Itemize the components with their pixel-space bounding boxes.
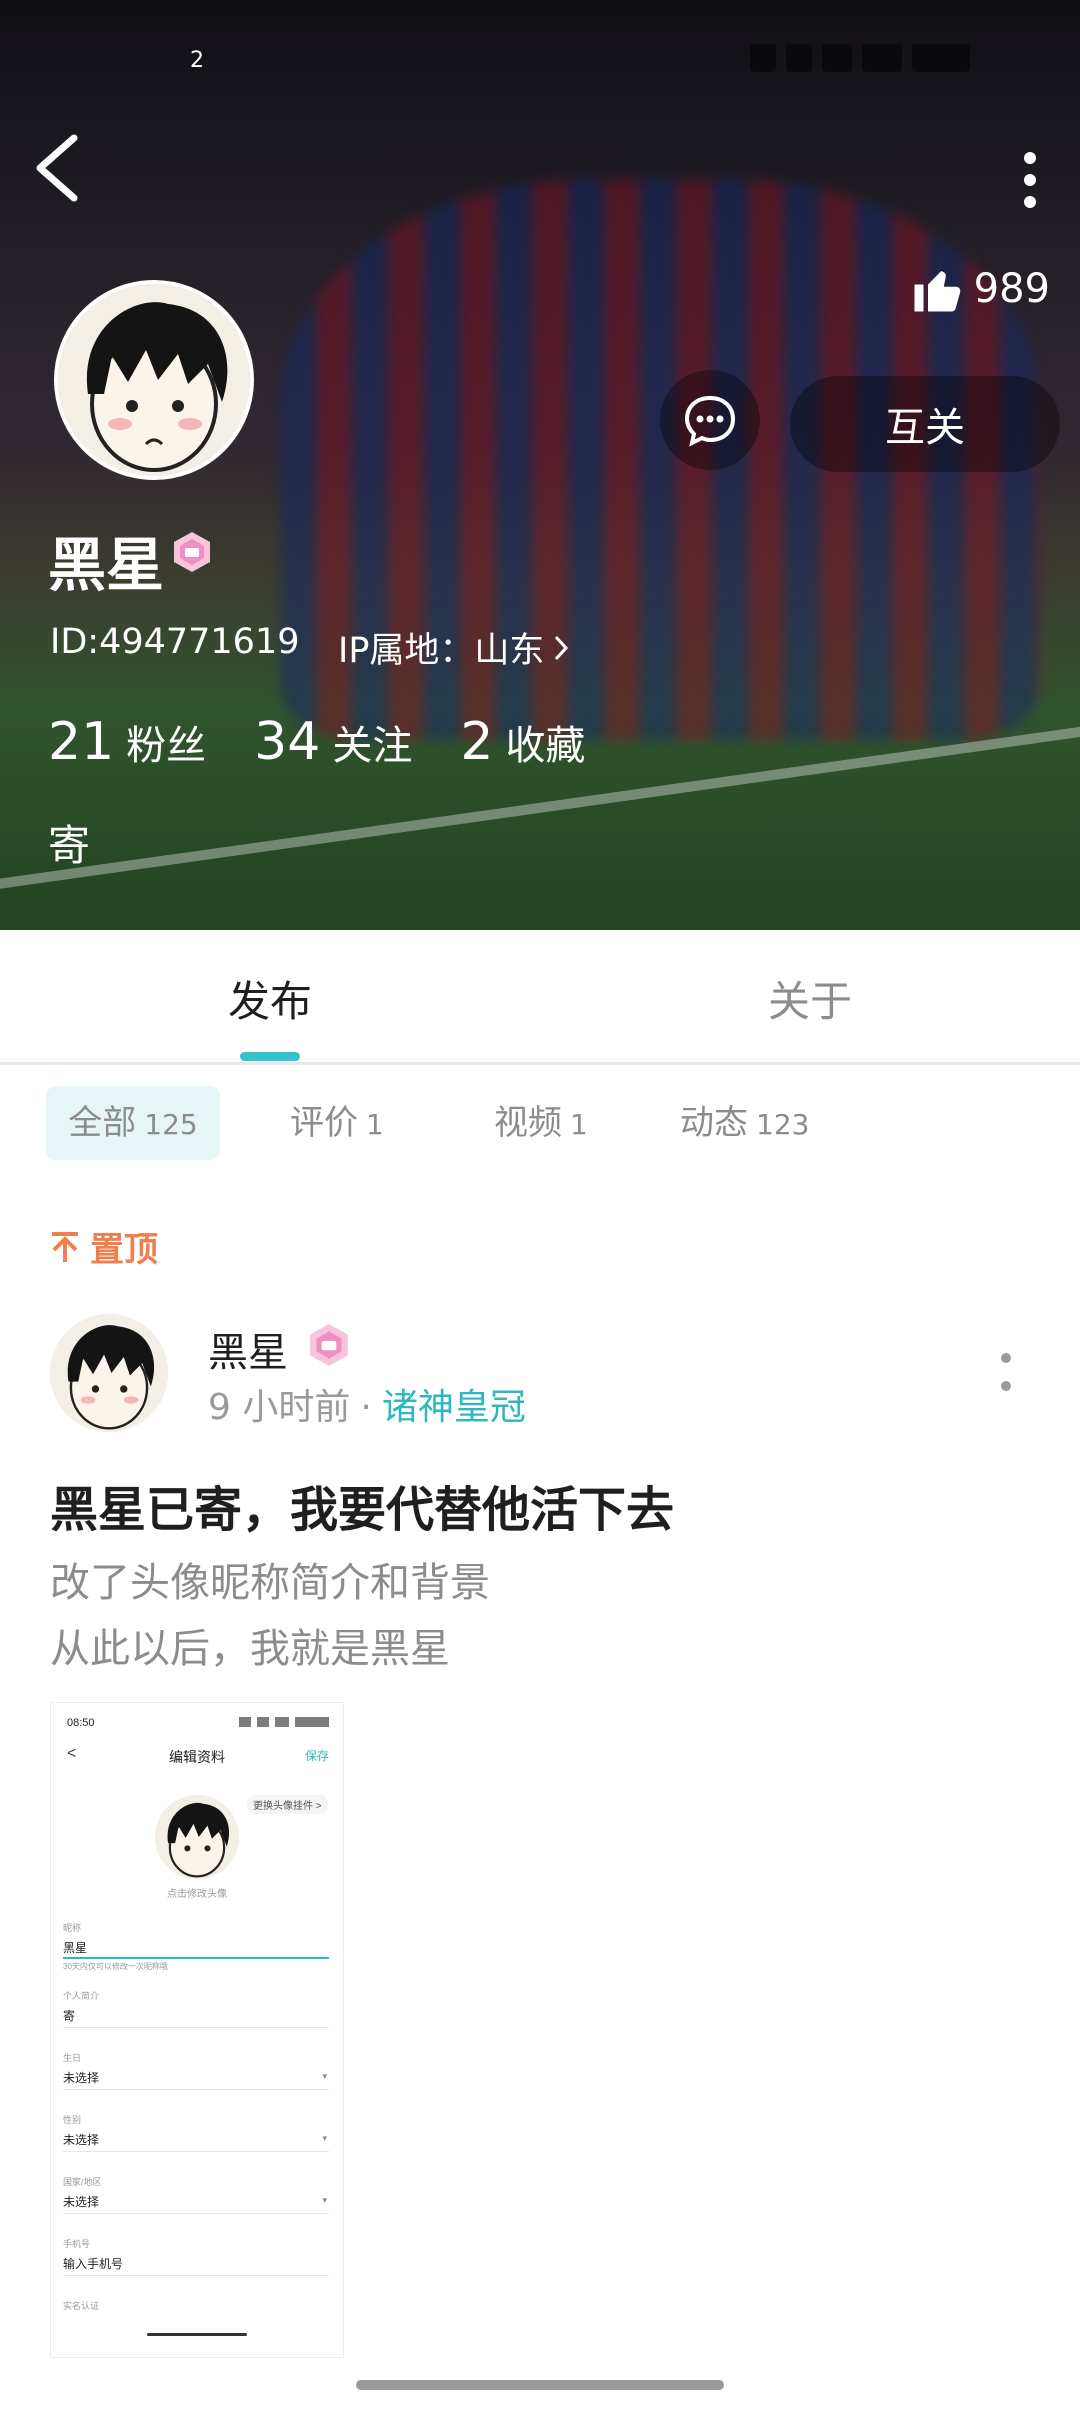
post-body-line: 从此以后，我就是黑星: [50, 1626, 450, 1672]
shot-intro-value: 寄: [63, 2009, 76, 2023]
shot-status-icons: [239, 1717, 329, 1727]
filter-video[interactable]: 视频 1: [494, 1086, 588, 1160]
filter-dynamic-count: 123: [756, 1108, 810, 1141]
post-more-button[interactable]: [998, 1352, 1014, 1392]
user-id: ID:494771619: [50, 622, 300, 662]
status-notification-count: 2: [190, 48, 204, 73]
shot-region-label: 国家/地区: [63, 2177, 102, 2187]
shot-title: 编辑资料: [169, 1749, 225, 1765]
filter-all-label: 全部: [68, 1103, 137, 1143]
avatar-image: [58, 284, 250, 476]
shot-caret-icon: ▾: [322, 2071, 327, 2081]
shot-avatar: [155, 1795, 239, 1879]
shot-nickname-label: 昵称: [63, 1923, 82, 1933]
shot-nickname-hint: 30天内仅可以修改一次昵称哦: [63, 1962, 168, 1971]
profile-bio: 寄: [48, 821, 91, 870]
more-dots-icon: [1024, 152, 1036, 208]
post-time: 9 小时前: [208, 1387, 351, 1428]
filter-video-count: 1: [570, 1108, 588, 1141]
shot-change-frame: 更换头像挂件 >: [247, 1795, 328, 1814]
filter-all-count: 125: [144, 1108, 198, 1141]
level-badge-icon: [170, 530, 214, 578]
content-tabs: 发布 关于: [0, 930, 1080, 1065]
tab-publish[interactable]: 发布: [228, 968, 312, 1029]
profile-stats: 21 粉丝 34 关注 2 收藏: [48, 712, 633, 772]
status-icons: [740, 44, 1040, 84]
following-count[interactable]: 34: [254, 712, 320, 772]
like-count: 989: [973, 266, 1050, 312]
favorites-count[interactable]: 2: [460, 712, 493, 772]
filter-chips: 全部 125 评价 1 视频 1 动态 123: [46, 1086, 1046, 1160]
shot-divider: [63, 2151, 329, 2152]
like-button[interactable]: 989: [910, 262, 1050, 316]
shot-save: 保存: [304, 1749, 329, 1763]
shot-caret-icon: ▾: [322, 2195, 327, 2205]
shot-tap-edit: 点击修改头像: [167, 1889, 227, 1900]
tab-active-indicator: [240, 1052, 300, 1061]
meta-separator: ·: [360, 1387, 372, 1428]
chat-bubble-icon: [684, 395, 736, 447]
back-button[interactable]: [26, 130, 86, 206]
avatar-image: [50, 1314, 168, 1432]
shot-region-value: 未选择: [63, 2195, 100, 2209]
mutual-follow-button[interactable]: 互关: [790, 376, 1060, 472]
shot-time: 08:50: [67, 1717, 95, 1729]
pinned-marker: 置顶: [50, 1222, 158, 1271]
filter-review[interactable]: 评价 1: [290, 1086, 384, 1160]
fans-label[interactable]: 粉丝: [126, 713, 206, 771]
pin-top-icon: [52, 1231, 78, 1262]
ip-location-link[interactable]: IP属地：山东: [338, 622, 570, 673]
shot-gender-value: 未选择: [63, 2133, 100, 2147]
filter-review-count: 1: [366, 1108, 384, 1141]
shot-phone-label: 手机号: [63, 2239, 91, 2249]
tab-about[interactable]: 关于: [768, 968, 852, 1029]
chevron-left-icon: [36, 134, 78, 202]
more-dots-icon: [1001, 1353, 1011, 1391]
ip-location-text: IP属地：山东: [338, 631, 545, 671]
following-label[interactable]: 关注: [332, 713, 412, 771]
profile-header: 2 989 互关 黑星 ID:494771619 IP属地：山东 21 粉丝 3…: [0, 0, 1080, 930]
home-indicator[interactable]: [356, 2380, 724, 2390]
pinned-label: 置顶: [90, 1230, 158, 1270]
post-image[interactable]: 08:50 < 编辑资料 保存 更换头像挂件 > 点击修改头像 昵称 黑星 30…: [50, 1702, 344, 2358]
post-meta: 9 小时前 · 诸神皇冠: [208, 1378, 526, 1430]
favorites-label[interactable]: 收藏: [505, 713, 585, 771]
shot-divider: [63, 1957, 329, 1959]
post-author-name[interactable]: 黑星: [208, 1320, 288, 1378]
post-game-tag[interactable]: 诸神皇冠: [382, 1387, 526, 1428]
level-badge-icon: [306, 1322, 352, 1372]
shot-birthday-label: 生日: [63, 2053, 82, 2063]
filter-video-label: 视频: [494, 1103, 562, 1143]
shot-birthday-value: 未选择: [63, 2071, 100, 2085]
shot-nickname-value: 黑星: [63, 1941, 88, 1955]
more-button[interactable]: [1010, 150, 1050, 210]
shot-divider: [63, 2027, 329, 2028]
post-title[interactable]: 黑星已寄，我要代替他活下去: [50, 1470, 674, 1540]
filter-dynamic[interactable]: 动态 123: [680, 1086, 809, 1160]
post-author-avatar[interactable]: [50, 1314, 168, 1432]
post-body-line: 改了头像昵称简介和背景: [50, 1560, 490, 1606]
filter-review-label: 评价: [290, 1103, 358, 1143]
chevron-right-icon: [555, 635, 569, 660]
message-button[interactable]: [660, 370, 760, 470]
shot-caret-icon: ▾: [322, 2133, 327, 2143]
profile-avatar[interactable]: [54, 280, 254, 480]
filter-dynamic-label: 动态: [680, 1103, 748, 1143]
shot-divider: [63, 2213, 329, 2214]
fans-count[interactable]: 21: [48, 712, 114, 772]
shot-gender-label: 性别: [63, 2115, 82, 2125]
shot-phone-value: 输入手机号: [63, 2257, 124, 2271]
shot-intro-label: 个人简介: [63, 1991, 100, 2001]
thumbs-up-icon: [914, 271, 960, 312]
shot-divider: [63, 2275, 329, 2276]
profile-username: 黑星: [48, 531, 165, 599]
shot-divider: [63, 2089, 329, 2090]
shot-home-indicator: [147, 2333, 247, 2336]
filter-all[interactable]: 全部 125: [46, 1086, 220, 1160]
shot-realname-label: 实名认证: [63, 2301, 100, 2311]
